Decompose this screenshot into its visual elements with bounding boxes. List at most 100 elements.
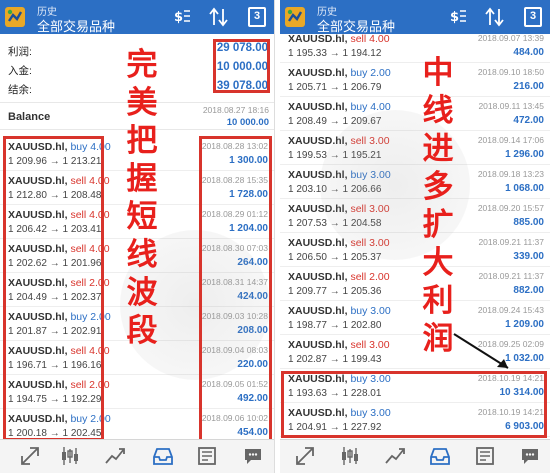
annotation-char: 握 (126, 161, 158, 197)
trade-date: 2018.09.24 15:43 (477, 305, 544, 315)
trade-symbol: XAUUSD.hl, sell 3.00 (288, 135, 390, 147)
symbol-name: XAUUSD.hl, (288, 33, 348, 45)
trade-date: 2018.09.21 11:37 (478, 237, 544, 247)
trade-prices: 1 199.53 → 1 195.21 (288, 150, 382, 161)
trade-row[interactable]: XAUUSD.hl, sell 4.00 1 195.33 → 1 194.12 2… (280, 29, 550, 63)
trade-prices: 1 205.71 → 1 206.79 (288, 82, 382, 93)
trade-prices: 1 208.49 → 1 209.67 (288, 116, 382, 127)
candlestick-icon[interactable] (335, 445, 365, 469)
trade-symbol: XAUUSD.hl, sell 4.00 (8, 243, 110, 255)
summary-label: 利润: (8, 46, 32, 58)
bottom-navigation (0, 439, 274, 473)
currency-icon[interactable]: $ (172, 7, 194, 27)
right-history-screen: 历史 全部交易品种 $ 3 XAUUSD.hl, sell 4.00 1 195.… (280, 0, 550, 473)
summary-value: 39 078.00 (216, 80, 268, 92)
symbol-name: XAUUSD.hl, (288, 373, 348, 385)
news-icon[interactable] (470, 445, 500, 469)
trade-date: 2018.10.19 14:21 (477, 407, 544, 417)
symbol-name: XAUUSD.hl, (288, 237, 348, 249)
trade-row[interactable]: XAUUSD.hl, sell 3.00 1 206.50 → 1 205.37 2… (280, 233, 550, 267)
trade-prices: 1 194.75 → 1 192.29 (8, 394, 102, 405)
trade-row[interactable]: XAUUSD.hl, buy 3.00 1 203.10 → 1 206.66 20… (280, 165, 550, 199)
trade-profit: 216.00 (513, 81, 544, 92)
arrows-icon[interactable] (15, 445, 45, 469)
arrow-icon (453, 333, 509, 369)
trade-date: 2018.09.05 01:52 (201, 379, 268, 389)
trade-profit: 1 068.00 (505, 183, 544, 194)
trade-side: sell 4.00 (70, 175, 110, 187)
trade-side: buy 4.00 (70, 141, 111, 153)
candlestick-icon[interactable] (55, 445, 85, 469)
trade-symbol: XAUUSD.hl, sell 2.00 (8, 379, 110, 391)
currency-icon[interactable]: $ (448, 7, 470, 27)
trade-side: buy 2.00 (70, 413, 111, 425)
trade-symbol: XAUUSD.hl, buy 3.00 (288, 373, 391, 385)
trade-profit: 484.00 (513, 47, 544, 58)
trade-profit: 220.00 (237, 359, 268, 370)
news-icon[interactable] (192, 445, 222, 469)
trade-row[interactable]: XAUUSD.hl, sell 2.00 1 209.77 → 1 205.36 2… (280, 267, 550, 301)
calendar-icon[interactable]: 3 (524, 7, 542, 27)
svg-text:$: $ (450, 10, 459, 25)
trade-date: 2018.09.03 10:28 (201, 311, 268, 321)
trade-date: 2018.09.06 10:02 (201, 413, 268, 423)
trade-profit: 882.00 (513, 285, 544, 296)
symbol-name: XAUUSD.hl, (8, 311, 68, 323)
inbox-icon[interactable] (425, 445, 455, 469)
annotation-char: 利 (422, 283, 454, 319)
app-logo-icon[interactable] (4, 6, 26, 28)
summary-value: 10 000.00 (216, 61, 268, 73)
trade-prices: 1 195.33 → 1 194.12 (288, 48, 382, 59)
symbol-name: XAUUSD.hl, (8, 413, 68, 425)
annotation-char: 进 (422, 131, 454, 167)
balance-amount: 10 000.00 (226, 117, 269, 128)
sort-icon[interactable] (208, 7, 230, 27)
trade-prices: 1 207.53 → 1 204.58 (288, 218, 382, 229)
symbol-name: XAUUSD.hl, (288, 305, 348, 317)
trade-profit: 454.00 (237, 427, 268, 438)
trade-profit: 1 728.00 (229, 189, 268, 200)
trade-row[interactable]: XAUUSD.hl, buy 3.00 1 204.91 → 1 227.92 20… (280, 403, 550, 437)
trend-line-icon[interactable] (380, 445, 410, 469)
calendar-icon[interactable]: 3 (248, 7, 266, 27)
trade-symbol: XAUUSD.hl, buy 2.00 (8, 311, 111, 323)
app-logo-icon[interactable] (284, 6, 306, 28)
trade-side: sell 3.00 (350, 339, 390, 351)
trade-row[interactable]: XAUUSD.hl, sell 3.00 1 199.53 → 1 195.21 2… (280, 131, 550, 165)
annotation-char: 润 (422, 321, 454, 357)
trade-symbol: XAUUSD.hl, buy 3.00 (288, 169, 391, 181)
trade-date: 2018.08.31 14:37 (201, 277, 268, 287)
trade-row[interactable]: XAUUSD.hl, buy 2.00 1 200.18 → 1 202.45 20… (0, 409, 274, 443)
trade-row[interactable]: XAUUSD.hl, sell 3.00 1 207.53 → 1 204.58 2… (280, 199, 550, 233)
arrows-icon[interactable] (290, 445, 320, 469)
trade-symbol: XAUUSD.hl, sell 2.00 (288, 271, 390, 283)
trade-side: sell 3.00 (350, 135, 390, 147)
trade-symbol: XAUUSD.hl, buy 4.00 (8, 141, 111, 153)
chat-icon[interactable] (238, 445, 268, 469)
annotation-char: 大 (422, 245, 454, 281)
trade-profit: 208.00 (237, 325, 268, 336)
app-bar: 历史 全部交易品种 $ 3 (0, 0, 274, 34)
inbox-icon[interactable] (148, 445, 178, 469)
symbol-name: XAUUSD.hl, (288, 101, 348, 113)
sort-icon[interactable] (484, 7, 506, 27)
trade-prices: 1 196.71 → 1 196.16 (8, 360, 102, 371)
trade-date: 2018.09.04 08:03 (201, 345, 268, 355)
chat-icon[interactable] (515, 445, 545, 469)
trend-line-icon[interactable] (100, 445, 130, 469)
app-bar-title[interactable]: 全部交易品种 (37, 16, 115, 35)
trade-row[interactable]: XAUUSD.hl, buy 4.00 1 208.49 → 1 209.67 20… (280, 97, 550, 131)
annotation-char: 扩 (422, 207, 454, 243)
trade-side: sell 4.00 (350, 33, 390, 45)
trade-row[interactable]: XAUUSD.hl, buy 2.00 1 205.71 → 1 206.79 20… (280, 63, 550, 97)
trade-side: sell 4.00 (70, 243, 110, 255)
annotation-char: 中 (422, 55, 454, 91)
trade-symbol: XAUUSD.hl, sell 4.00 (288, 33, 390, 45)
trade-date: 2018.09.21 11:37 (478, 271, 544, 281)
trade-prices: 1 206.50 → 1 205.37 (288, 252, 382, 263)
symbol-name: XAUUSD.hl, (288, 407, 348, 419)
trade-profit: 1 300.00 (229, 155, 268, 166)
summary-label: 结余: (8, 84, 32, 96)
trade-row[interactable]: XAUUSD.hl, sell 2.00 1 194.75 → 1 192.29 2… (0, 375, 274, 409)
balance-date: 2018.08.27 18:16 (202, 105, 269, 115)
